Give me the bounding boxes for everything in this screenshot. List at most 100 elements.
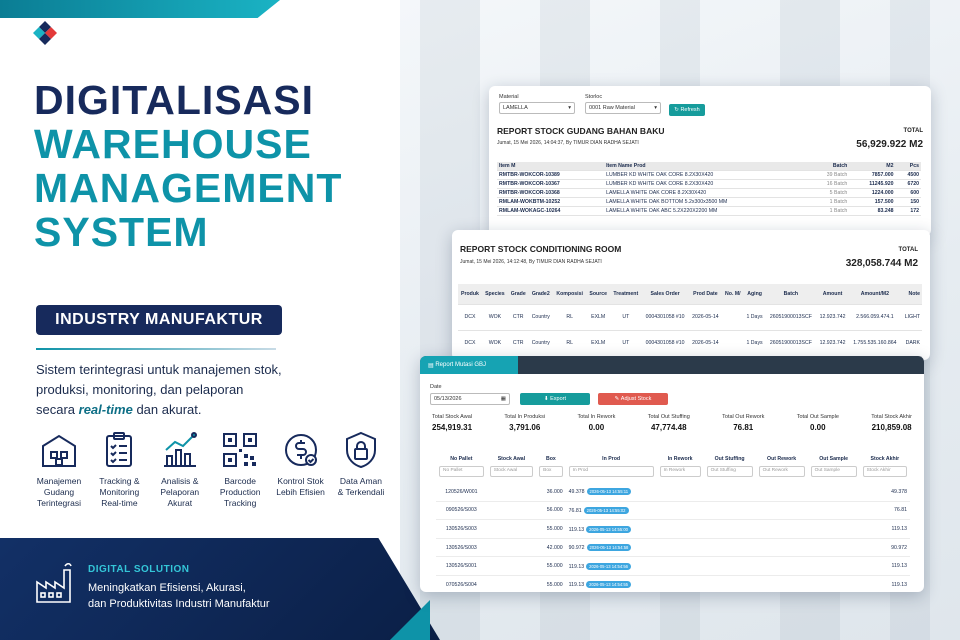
feature-warehouse-l1: Manajemen — [36, 476, 82, 486]
cell: 120526/W001 — [436, 482, 487, 502]
description-highlight: real-time — [78, 402, 133, 417]
feature-tracking-l1: Tracking & — [99, 476, 140, 486]
summary-value: 254,919.31 — [432, 423, 473, 432]
col-source: Source — [586, 284, 611, 305]
hero-line-2: WAREHOUSE — [34, 121, 312, 167]
date-input[interactable]: 05/13/2026 ▦ — [430, 393, 510, 405]
table-row[interactable]: 130526/S001 55.000 119.13 2026-05-13 14:54:… — [436, 556, 910, 577]
cell: LAMELLA WHITE OAK BOTTOM 5.2x300x3500 MM — [604, 197, 810, 207]
cell: RMTBR-WOKCOR-10368 — [497, 188, 605, 198]
in-prod-value: 76.81 — [568, 507, 582, 514]
cell: 1 Days — [743, 304, 766, 331]
in-prod-value: 119.13 — [568, 563, 585, 570]
cell: 119.13 — [859, 556, 910, 577]
col-pcs: Pcs — [895, 162, 921, 171]
cell — [656, 538, 704, 558]
cell — [755, 501, 808, 521]
storloc-select[interactable]: 0001 Raw Material ▾ — [585, 102, 661, 114]
col-sales-order: Sales Order — [641, 284, 689, 305]
top-accent-band — [0, 0, 280, 18]
cell: 39 Batch — [809, 170, 850, 180]
summary-out-stuffing: Total Out Stuffing 47,774.48 — [648, 414, 690, 432]
cell: EXLM — [586, 304, 611, 331]
cell: WOK — [481, 304, 508, 331]
cell: 130526/S003 — [436, 519, 487, 539]
report-conditioning-room-window: REPORT STOCK CONDITIONING ROOM Jumat, 15… — [452, 230, 930, 360]
filter-out-stuffing[interactable]: Out Stuffing — [706, 466, 753, 478]
table-row[interactable]: 090526/S003 56.000 76.81 2026-05-13 14:55:0… — [436, 501, 910, 521]
cell: 83.248 — [849, 206, 896, 216]
table-row[interactable]: RMLAM-WOKBTM-10252 LAMELLA WHITE OAK BOTT… — [497, 197, 921, 207]
table-header: No Pallet Stock Awal Box In Prod In Rewo… — [436, 454, 910, 464]
summary-in-rework: Total In Rework 0.00 — [577, 414, 615, 432]
filter-stock-awal[interactable]: Stock Awal — [489, 466, 534, 478]
col-out-stuffing: Out Stuffing — [714, 456, 745, 462]
report-stock-bahan-baku-window: Material LAMELLA ▾ Storloc 0001 Raw Mater… — [489, 86, 931, 236]
table-row[interactable]: 130526/S003 42.000 90.972 2026-05-13 14:54:… — [436, 538, 910, 558]
material-select[interactable]: LAMELLA ▾ — [499, 102, 575, 114]
feature-warehouse-l3: Terintegrasi — [37, 498, 81, 508]
cell — [807, 538, 860, 558]
tab-report-mutasi-gbj[interactable]: ▤ Report Mutasi GBJ — [420, 356, 518, 374]
timestamp-badge: 2026-05-13 14:55:02 — [583, 506, 629, 514]
cell: 36.000 — [536, 482, 566, 502]
col-treatment: Treatment — [610, 284, 642, 305]
cell: 130526/S003 — [436, 538, 487, 558]
description-line-1: Sistem terintegrasi untuk manajemen stok… — [36, 362, 282, 377]
in-prod-value: 119.13 — [568, 582, 585, 589]
filter-stock-akhir[interactable]: Stock Akhir — [862, 466, 907, 478]
cell — [755, 538, 808, 558]
cell — [755, 575, 808, 592]
table-row[interactable]: 120526/W001 36.000 49.378 2026-05-13 14:55:… — [436, 482, 910, 502]
cell: 119.13 2026-05-13 14:54:56 — [565, 556, 657, 577]
cell: 1224.000 — [849, 188, 896, 198]
table-row[interactable]: 130526/S003 55.000 119.13 2026-05-13 14:55:… — [436, 519, 910, 539]
cell: 157.500 — [849, 197, 896, 207]
footer-line-2: dan Produktivitas Industri Manufaktur — [88, 598, 270, 610]
filter-out-sample[interactable]: Out Sample — [810, 466, 857, 478]
table-row[interactable]: DCX WOK CTR Country RL EXLM UT 0004301058 #10 20… — [458, 304, 922, 331]
cell: LAMELLA WHITE OAK CORE 8.2X30X420 — [604, 188, 810, 198]
table-row[interactable]: RMTBR-WOKCOR-10367 LUMBER KD WHITE OAK CO… — [497, 179, 921, 189]
feature-analysis-l3: Akurat — [167, 498, 193, 508]
cell: RMLAM-WOKAGC-10264 — [497, 206, 605, 216]
cell — [722, 304, 744, 331]
filter-box[interactable]: Box — [539, 466, 563, 478]
col-species: Species — [481, 284, 508, 305]
table-row[interactable]: DCX WOK CTR Country RL EXLM UT 0004301058 #10 20… — [458, 330, 922, 357]
summary-value: 0.00 — [810, 423, 826, 432]
filter-in-rework[interactable]: In Rework — [659, 466, 701, 478]
table-row[interactable]: RMTBR-WOKCOR-10368 LAMELLA WHITE OAK CORE… — [497, 188, 921, 198]
filter-no-pallet[interactable]: No Pallet — [439, 466, 484, 478]
export-button[interactable]: ⬇ Export — [520, 393, 590, 405]
col-item-name: Item Name Prod — [604, 162, 810, 171]
chevron-down-icon: ▾ — [568, 105, 571, 111]
adjust-stock-button[interactable]: ✎ Adjust Stock — [598, 393, 668, 405]
report-subtitle: Jumat, 15 Mei 2026, 14:12:48, By TIMUR D… — [460, 259, 602, 265]
col-grade: Grade — [507, 284, 529, 305]
hero-line-1: DIGITALISASI — [34, 77, 315, 123]
filter-in-prod[interactable]: In Prod — [568, 466, 654, 478]
cell: 49.378 — [859, 482, 910, 502]
cell: 2.566.059.474.1 — [848, 304, 901, 331]
feature-barcode-l3: Tracking — [224, 498, 257, 508]
total-label: TOTAL — [898, 247, 918, 253]
document-icon: ▤ — [428, 362, 436, 369]
table-row[interactable]: RMTBR-WOKCOR-10389 LUMBER KD WHITE OAK CO… — [497, 170, 921, 180]
description-line-2: produksi, monitoring, dan pelaporan — [36, 382, 244, 397]
table-row[interactable]: 070526/S004 55.000 119.13 2026-05-13 14:54:… — [436, 575, 910, 592]
refresh-button[interactable]: ↻ Refresh — [669, 104, 705, 116]
table-row[interactable]: RMLAM-WOKAGC-10264 LAMELLA WHITE OAK ABC … — [497, 206, 921, 216]
cell: RL — [552, 330, 587, 357]
col-grade2: Grade2 — [528, 284, 553, 305]
feature-tracking-l2: Monitoring — [99, 487, 140, 497]
cell: RMTBR-WOKCOR-10367 — [497, 179, 605, 189]
filter-out-rework[interactable]: Out Rework — [758, 466, 805, 478]
feature-barcode-l1: Barcode — [224, 476, 256, 486]
cell: 7857.000 — [849, 170, 896, 180]
summary-value: 3,791.06 — [509, 423, 541, 432]
timestamp-badge: 2026-05-13 14:55:11 — [586, 488, 632, 496]
col-stock-awal: Stock Awal — [497, 456, 526, 462]
cell: 55.000 — [536, 575, 566, 592]
summary-value: 0.00 — [588, 423, 605, 432]
